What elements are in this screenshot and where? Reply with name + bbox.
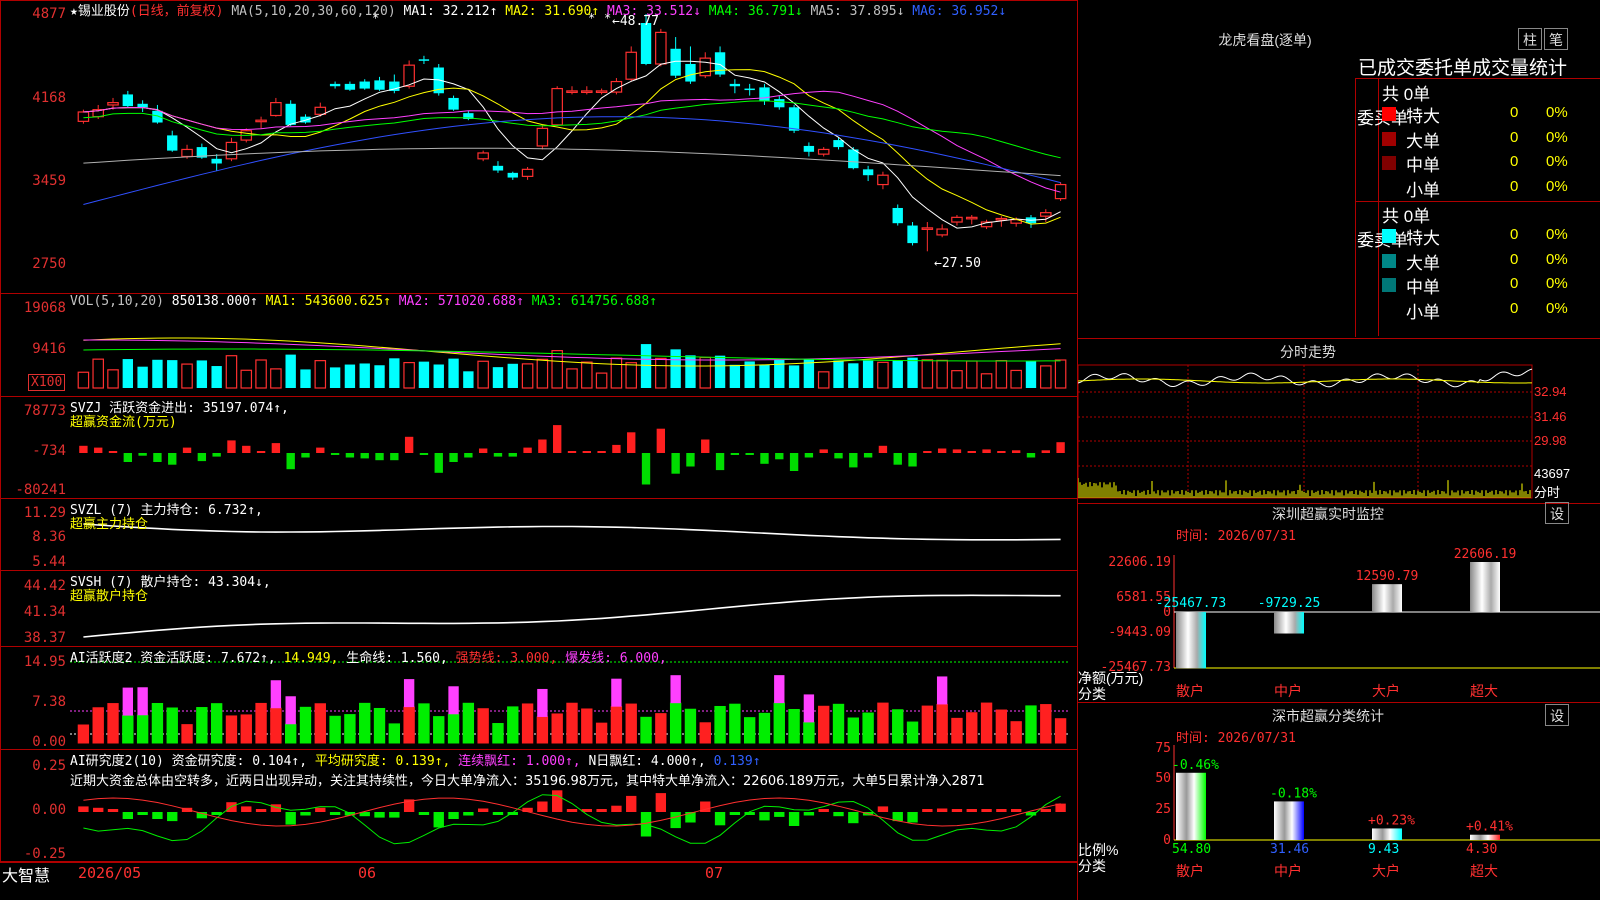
stat-bar-value: 4.30	[1466, 842, 1497, 857]
vertical-divider	[1077, 0, 1078, 900]
monitor-axis-label: -9443.09	[1108, 625, 1171, 640]
stat-bar-value: 54.80	[1172, 842, 1211, 857]
monitor-category-label: 超大	[1470, 684, 1498, 700]
stat-bar-value: 9.43	[1368, 842, 1399, 857]
monitor-bar-value: 22606.19	[1454, 547, 1517, 562]
right-bar-svg: 22606.196581.550-9443.09-25467.73-25467.…	[1101, 547, 1600, 880]
stat-axis-label: 75	[1155, 741, 1171, 756]
stat-category-label: 散户	[1176, 863, 1204, 880]
stat-bar-value: 31.46	[1270, 842, 1309, 857]
monitor-bar	[1176, 612, 1206, 669]
stat-category-label: 超大	[1470, 864, 1498, 880]
monitor-category-label: 中户	[1274, 683, 1302, 700]
monitor-bar	[1372, 584, 1402, 612]
stat-bar-change: -0.18%	[1270, 786, 1317, 801]
monitor-axis-label: 22606.19	[1108, 555, 1171, 570]
stat-bar	[1274, 801, 1304, 840]
stat-bar-change: +0.23%	[1368, 813, 1415, 828]
monitor-axis-label: -25467.73	[1101, 660, 1171, 675]
stat-bar	[1176, 772, 1206, 840]
monitor-bar-value: -9729.25	[1258, 596, 1321, 611]
stat-axis-label: 25	[1155, 802, 1171, 817]
stat-bar	[1372, 828, 1402, 840]
stat-bar-change: -0.46%	[1172, 758, 1219, 773]
stat-category-label: 中户	[1274, 863, 1302, 880]
monitor-category-label: 散户	[1176, 683, 1204, 700]
stat-bar-change: +0.41%	[1466, 820, 1513, 835]
monitor-bar	[1470, 562, 1500, 612]
stat-category-label: 大户	[1372, 863, 1400, 880]
monitor-category-label: 大户	[1372, 683, 1400, 700]
monitor-bar-value: 12590.79	[1356, 569, 1419, 584]
stat-axis-label: 0	[1163, 833, 1171, 848]
stat-bar	[1470, 834, 1500, 840]
stat-axis-label: 50	[1155, 771, 1171, 786]
monitor-bar-value: -25467.73	[1156, 596, 1226, 611]
monitor-bar	[1274, 612, 1304, 634]
